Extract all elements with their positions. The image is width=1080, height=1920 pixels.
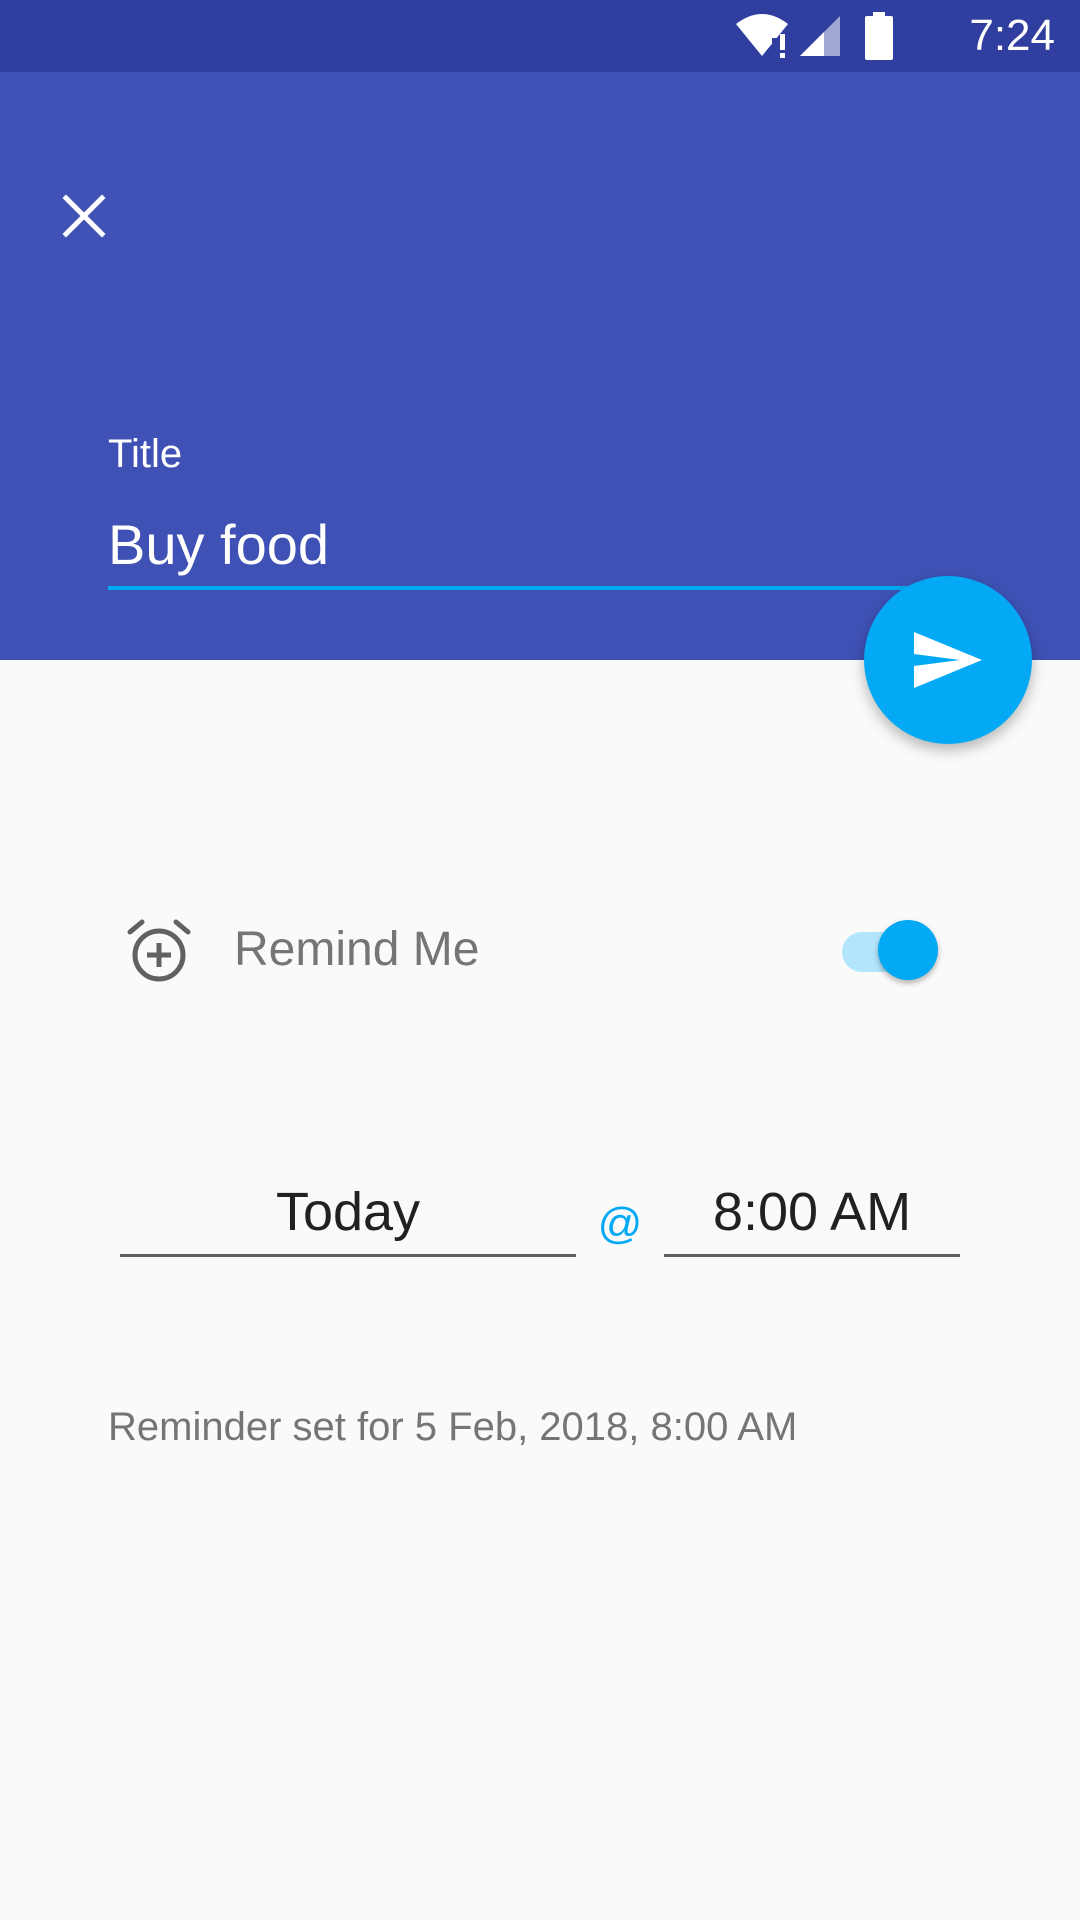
alarm-add-icon [127, 919, 191, 982]
send-icon [914, 632, 982, 688]
battery-icon [865, 12, 893, 60]
send-button[interactable] [864, 576, 1032, 744]
remind-me-row: Remind Me [0, 900, 1080, 1000]
wifi-icon [736, 14, 788, 58]
status-bar: 7:24 [0, 0, 1080, 72]
close-icon [62, 194, 106, 238]
reminder-summary: Reminder set for 5 Feb, 2018, 8:00 AM [108, 1405, 798, 1449]
title-input[interactable] [108, 502, 972, 590]
at-separator: @ [597, 1199, 643, 1248]
remind-me-switch[interactable] [838, 918, 942, 982]
status-time: 7:24 [969, 11, 1055, 60]
title-label: Title [108, 432, 183, 476]
close-button[interactable] [48, 180, 120, 252]
remind-me-label: Remind Me [234, 923, 480, 976]
header: Title [0, 72, 1080, 660]
signal-icon [800, 16, 840, 56]
switch-thumb [878, 920, 938, 980]
status-icons [670, 12, 930, 60]
date-picker-field[interactable]: Today [120, 1170, 576, 1257]
time-picker-field[interactable]: 8:00 AM [664, 1170, 960, 1257]
